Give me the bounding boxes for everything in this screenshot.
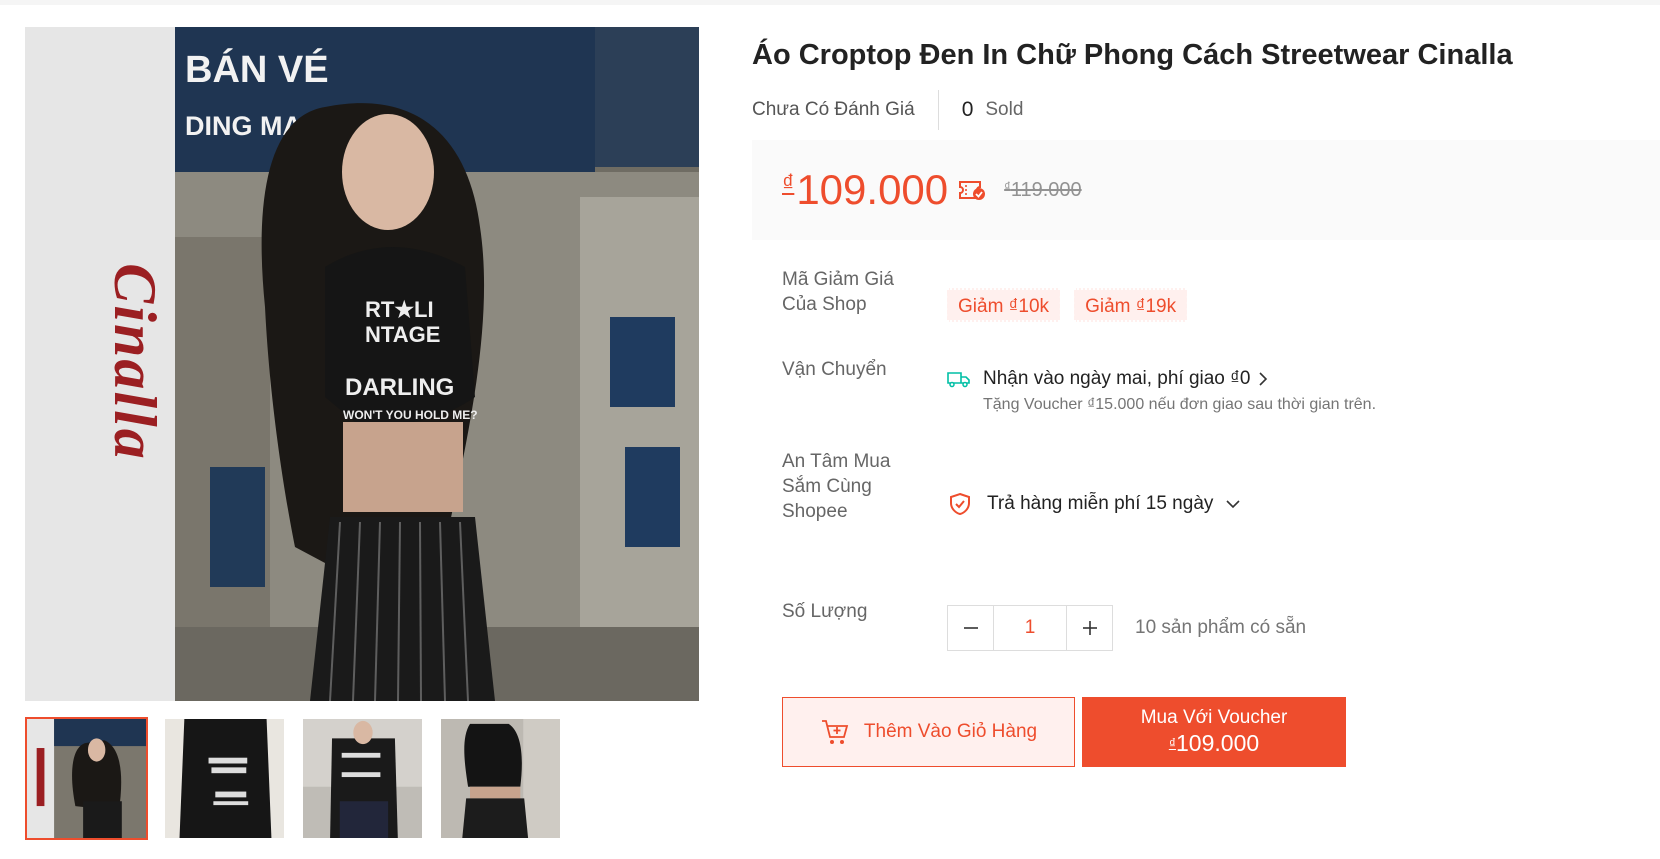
original-price: ₫119.000 (1004, 178, 1082, 201)
guarantee-text: Trả hàng miễn phí 15 ngày (987, 493, 1214, 514)
guarantee-label: An Tâm Mua Sắm Cùng Shopee (782, 451, 891, 522)
guarantee-toggle[interactable]: Trả hàng miễn phí 15 ngày (949, 492, 1241, 516)
thumbnail-2[interactable] (163, 717, 286, 840)
chevron-down-icon (1226, 500, 1240, 509)
shipping-label: Vận Chuyển (782, 359, 887, 380)
product-stats: Chưa Có Đánh Giá 0 Sold (752, 90, 1023, 130)
minus-icon (963, 627, 978, 629)
shipping-sub-text: Tặng Voucher ₫15.000 nếu đơn giao sau th… (983, 396, 1377, 413)
buy-with-voucher-button[interactable]: Mua Với Voucher ₫109.000 (1082, 697, 1346, 767)
thumbnail-4[interactable] (439, 717, 562, 840)
product-card: Cinalla BÁN VÉ DING MACHINE RT★LI NTAGE … (0, 5, 1660, 859)
thumbnail-1[interactable] (25, 717, 148, 840)
product-info: Áo Croptop Đen In Chữ Phong Cách Streetw… (752, 5, 1660, 859)
add-to-cart-label: Thêm Vào Giỏ Hàng (863, 721, 1038, 742)
voucher-label: Mã Giảm Giá Của Shop (782, 269, 894, 315)
main-product-image[interactable]: Cinalla BÁN VÉ DING MACHINE RT★LI NTAGE … (25, 27, 699, 701)
buy-button-price: ₫109.000 (1168, 730, 1260, 756)
product-title: Áo Croptop Đen In Chữ Phong Cách Streetw… (752, 39, 1513, 71)
quantity-label: Số Lượng (782, 601, 868, 622)
add-to-cart-button[interactable]: Thêm Vào Giỏ Hàng (782, 697, 1075, 767)
shipping-info: Nhận vào ngày mai, phí giao ₫0 Tặng Vouc… (947, 368, 1376, 414)
quantity-stepper: 1 (947, 605, 1113, 651)
price-section: ₫ 109.000 ₫119.000 (752, 140, 1660, 240)
voucher-19k[interactable]: Giảm ₫19k (1072, 288, 1188, 322)
voucher-10k[interactable]: Giảm ₫10k (944, 288, 1061, 322)
shirt-text-2: NTAGE (365, 322, 440, 347)
plus-icon (1082, 621, 1097, 635)
sold-label: Sold (985, 99, 1024, 120)
shirt-text-3: DARLING (345, 374, 454, 401)
increase-button[interactable] (1067, 606, 1112, 650)
current-price: 109.000 (796, 166, 949, 213)
decrease-button[interactable] (948, 606, 993, 650)
stock-available: 10 sản phẩm có sẵn (1135, 617, 1307, 638)
chevron-right-icon[interactable] (1258, 371, 1268, 387)
price-currency: ₫ (782, 170, 795, 197)
truck-icon (947, 372, 970, 388)
stats-divider (937, 90, 939, 130)
brand-logo-text: Cinalla (102, 263, 168, 460)
shirt-text-1: RT★LI (365, 297, 434, 322)
add-to-cart-icon (821, 720, 849, 744)
quantity-input[interactable]: 1 (993, 606, 1067, 650)
rating-status: Chưa Có Đánh Giá (752, 99, 915, 120)
sign-text-1: BÁN VÉ (185, 47, 329, 91)
shield-check-icon (950, 492, 970, 516)
voucher-list: Giảm ₫10k Giảm ₫19k (944, 288, 1188, 322)
sold-count: 0 (961, 98, 974, 121)
thumbnail-3[interactable] (301, 717, 424, 840)
quantity-section: 1 10 sản phẩm có sẵn (947, 605, 1306, 651)
thumbnail-strip (25, 717, 562, 840)
shirt-text-4: WON'T YOU HOLD ME? (343, 408, 478, 422)
tag-check-icon[interactable] (958, 179, 986, 201)
shipping-main-text: Nhận vào ngày mai, phí giao ₫0 (983, 368, 1251, 389)
buy-button-label: Mua Với Voucher (1140, 707, 1288, 728)
shipping-main[interactable]: Nhận vào ngày mai, phí giao ₫0 (947, 368, 1376, 390)
